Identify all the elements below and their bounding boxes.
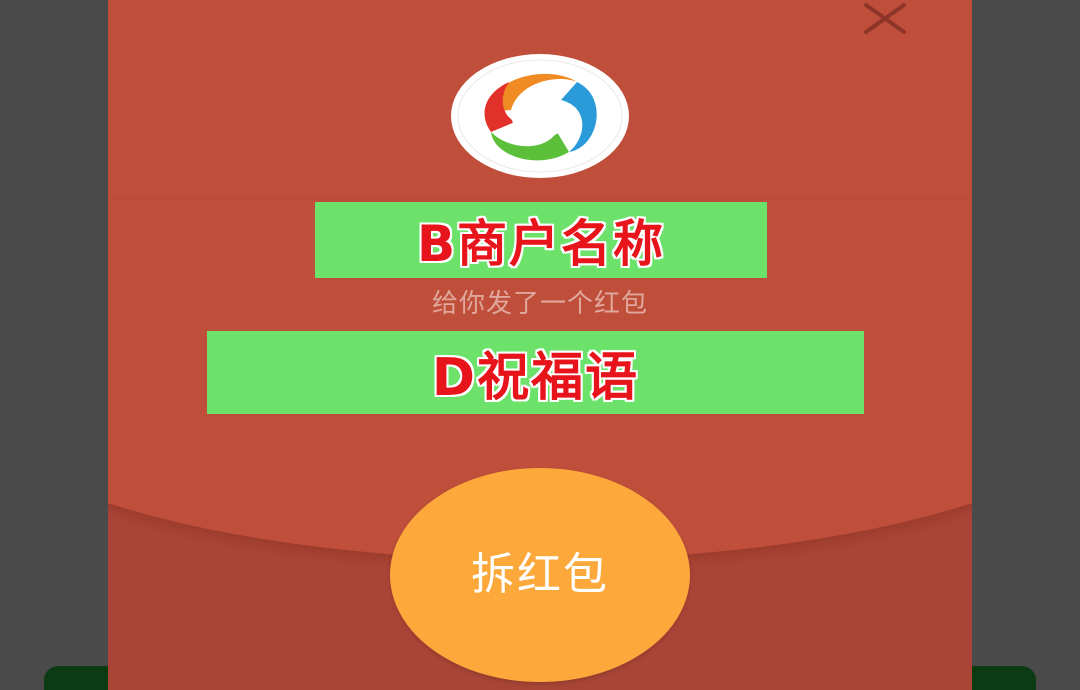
merchant-name-highlight: B商户名称 <box>315 202 767 278</box>
merchant-name: B商户名称 <box>416 215 666 273</box>
screen: B商户名称 给你发了一个红包 D祝福语 拆红包 <box>0 0 1080 690</box>
red-envelope-dialog: B商户名称 给你发了一个红包 D祝福语 拆红包 <box>108 0 972 690</box>
sent-red-packet-text: 给你发了一个红包 <box>431 289 648 319</box>
blessing-highlight: D祝福语 <box>207 331 864 414</box>
close-button[interactable] <box>860 0 910 40</box>
open-button-label: 拆红包 <box>471 549 609 600</box>
open-red-packet-button[interactable]: 拆红包 <box>390 468 690 682</box>
close-icon <box>864 3 906 34</box>
merchant-logo <box>449 52 631 180</box>
blessing-message: D祝福语 <box>431 348 640 408</box>
swirl-logo-icon <box>451 54 629 178</box>
